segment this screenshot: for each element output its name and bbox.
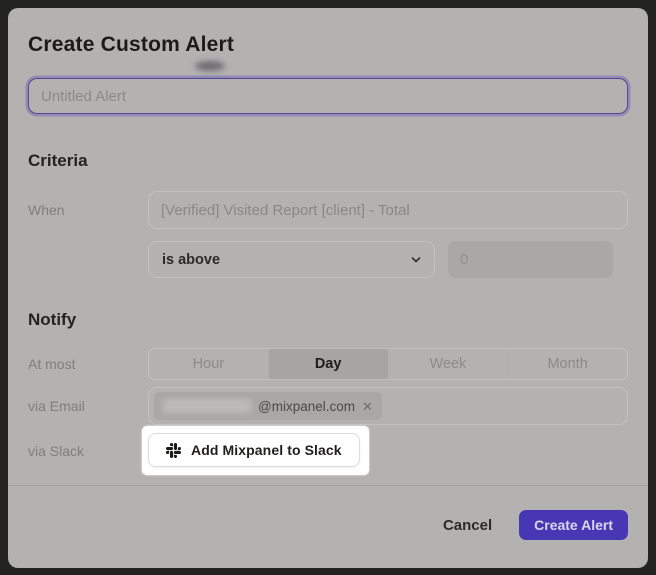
metric-input[interactable]: [148, 191, 628, 229]
frequency-option-day[interactable]: Day: [268, 349, 388, 379]
create-alert-button[interactable]: Create Alert: [519, 510, 628, 540]
slack-button-label: Add Mixpanel to Slack: [191, 442, 342, 458]
slack-field: Add Mixpanel to Slack: [148, 426, 628, 475]
dimmed-page-backdrop: Create Custom Alert Criteria When is abo…: [0, 0, 656, 575]
dialog-title: Create Custom Alert: [28, 32, 628, 57]
threshold-input[interactable]: [448, 241, 613, 278]
frequency-segmented-control: Hour Day Week Month: [148, 348, 628, 380]
via-email-row: via Email @mixpanel.com ✕: [28, 387, 628, 425]
chevron-down-icon: [410, 254, 422, 266]
slack-icon: [166, 443, 181, 458]
dialog-footer: Cancel Create Alert: [28, 486, 628, 564]
email-chip: @mixpanel.com ✕: [154, 392, 382, 420]
email-redacted-username: [163, 399, 251, 413]
cancel-button[interactable]: Cancel: [443, 517, 492, 534]
condition-row: is above: [28, 241, 628, 278]
at-most-label: At most: [28, 356, 148, 372]
when-row: When: [28, 191, 628, 229]
condition-select[interactable]: is above: [148, 241, 435, 278]
email-domain-text: @mixpanel.com: [258, 399, 355, 414]
frequency-option-week[interactable]: Week: [388, 349, 508, 379]
via-slack-row: via Slack Add Mixpanel to Slack: [28, 426, 628, 475]
email-recipients-field[interactable]: @mixpanel.com ✕: [148, 387, 628, 425]
create-custom-alert-dialog: Create Custom Alert Criteria When is abo…: [8, 8, 648, 568]
add-mixpanel-to-slack-button[interactable]: Add Mixpanel to Slack: [148, 433, 360, 467]
when-label: When: [28, 202, 148, 218]
notify-heading: Notify: [28, 310, 628, 330]
via-slack-label: via Slack: [28, 443, 148, 459]
at-most-row: At most Hour Day Week Month: [28, 348, 628, 380]
tutorial-spotlight: Add Mixpanel to Slack: [142, 426, 369, 475]
frequency-option-month[interactable]: Month: [507, 349, 627, 379]
condition-selected-value: is above: [162, 252, 220, 268]
frequency-option-hour[interactable]: Hour: [149, 349, 268, 379]
remove-email-icon[interactable]: ✕: [362, 400, 373, 413]
via-email-label: via Email: [28, 398, 148, 414]
criteria-heading: Criteria: [28, 151, 628, 171]
alert-name-input[interactable]: [28, 78, 628, 114]
cursor-smudge-artifact: [195, 61, 225, 71]
